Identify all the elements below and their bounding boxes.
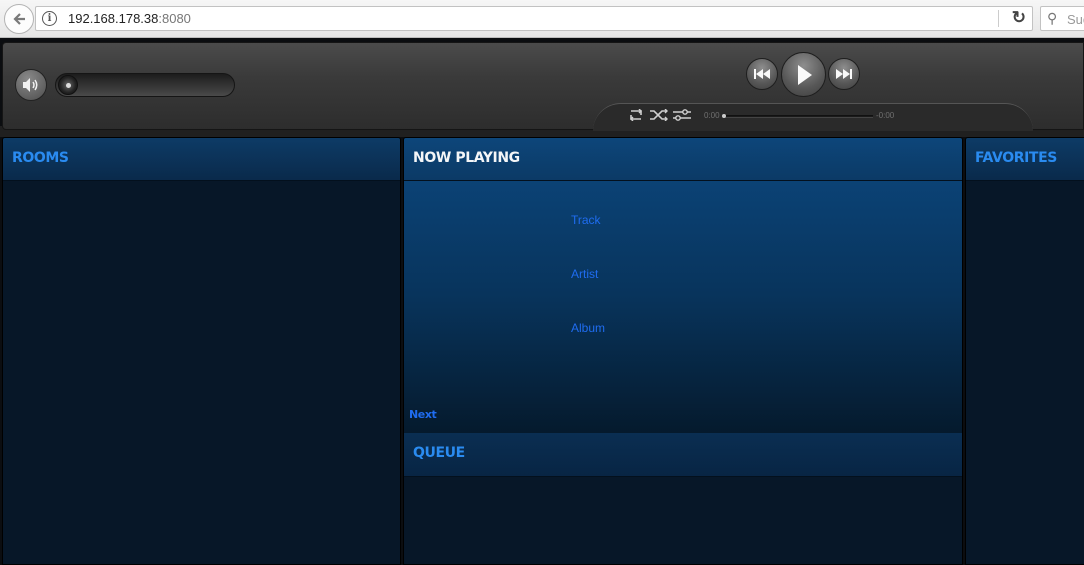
track-name: Track — [571, 213, 601, 227]
next-track-icon[interactable] — [828, 58, 860, 90]
progress-panel: 0:00 -0:00 — [593, 103, 1033, 131]
next-track-label: Next — [409, 408, 437, 421]
url-port: :8080 — [158, 11, 191, 26]
now-playing-header: NOW PLAYING — [404, 138, 962, 181]
track-progress-handle[interactable] — [722, 114, 726, 118]
favorites-title: FAVORITES — [975, 150, 1057, 166]
now-playing-panel: NOW PLAYING Track Artist Album Next QUEU… — [403, 137, 963, 565]
queue-header: QUEUE — [404, 433, 962, 477]
play-icon[interactable] — [781, 52, 826, 97]
previous-track-icon[interactable] — [746, 58, 778, 90]
rooms-panel: ROOMS — [2, 137, 401, 565]
url-text: 192.168.178.38:8080 — [68, 11, 191, 26]
volume-slider[interactable] — [55, 73, 235, 97]
time-elapsed: 0:00 — [704, 111, 720, 120]
rooms-header: ROOMS — [3, 138, 400, 181]
now-playing-info: Track Artist Album Next — [404, 181, 962, 433]
track-progress-slider[interactable] — [722, 114, 873, 118]
album-name: Album — [571, 321, 606, 335]
url-separator — [998, 10, 999, 27]
shuffle-icon[interactable] — [650, 108, 668, 124]
search-box[interactable]: ⚲ Suc — [1040, 6, 1084, 31]
now-playing-title: NOW PLAYING — [413, 150, 520, 166]
time-remaining: -0:00 — [876, 111, 895, 120]
search-icon: ⚲ — [1047, 10, 1058, 26]
rooms-title: ROOMS — [12, 150, 69, 166]
reload-icon[interactable]: ↻ — [1012, 8, 1026, 28]
queue-list — [404, 477, 962, 564]
volume-slider-handle[interactable] — [58, 75, 78, 95]
repeat-icon[interactable] — [628, 108, 644, 124]
browser-toolbar: i 192.168.178.38:8080 ↻ ⚲ Suc — [0, 0, 1084, 38]
search-placeholder: Suc — [1067, 12, 1084, 27]
back-arrow-icon[interactable] — [4, 4, 34, 34]
favorites-header: FAVORITES — [966, 138, 1084, 181]
queue-title: QUEUE — [413, 445, 465, 461]
player-controls-bar: 0:00 -0:00 — [2, 42, 1084, 131]
equalizer-icon[interactable] — [673, 108, 691, 124]
favorites-panel: FAVORITES — [965, 137, 1084, 565]
artist-name: Artist — [571, 267, 599, 281]
info-icon[interactable]: i — [42, 11, 57, 26]
url-host: 192.168.178.38 — [68, 11, 159, 26]
speaker-icon[interactable] — [15, 69, 47, 101]
url-bar[interactable]: i 192.168.178.38:8080 ↻ — [35, 6, 1033, 31]
